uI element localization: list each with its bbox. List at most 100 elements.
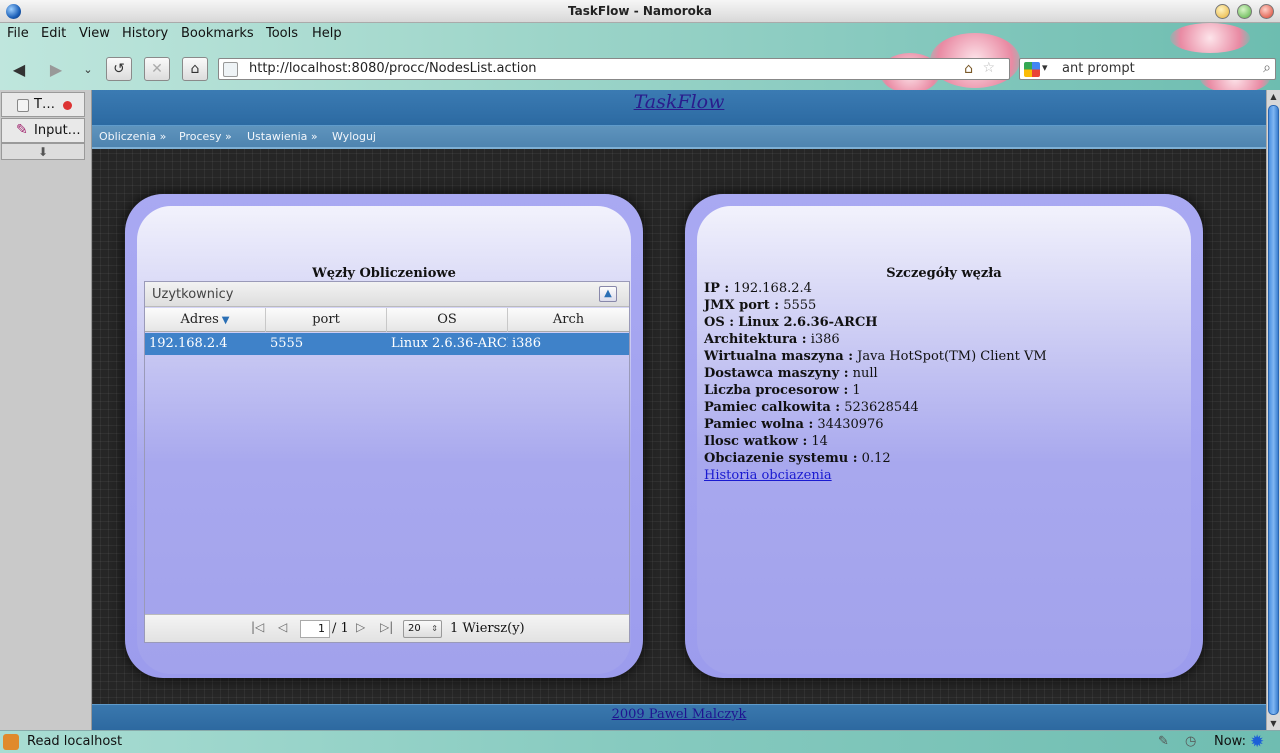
sort-desc-icon: ▼ [221, 315, 230, 326]
node-details: IP : 192.168.2.4 JMX port : 5555 OS : Linu… [704, 281, 1174, 485]
detail-label: IP : [704, 281, 730, 296]
nav-obliczenia[interactable]: Obliczenia » [99, 130, 166, 143]
gear-icon[interactable]: ✹ [1250, 732, 1264, 752]
maximize-button[interactable] [1237, 4, 1252, 19]
search-bar[interactable]: ▾ ant prompt ⌕ [1019, 58, 1276, 80]
nodes-panel-title: Węzły Obliczeniowe [312, 266, 456, 281]
details-panel-inner: Szczegóły węzła IP : 192.168.2.4 JMX port… [697, 206, 1191, 674]
details-panel: Szczegóły węzła IP : 192.168.2.4 JMX port… [685, 194, 1203, 678]
column-os[interactable]: OS [387, 308, 508, 332]
nodes-grid: Uzytkownicy ▲ Adres ▼ port OS Arch 192.16… [144, 281, 630, 643]
page-number-input[interactable]: 1 [300, 620, 330, 638]
reload-button[interactable]: ↺ [106, 57, 132, 81]
status-text: Read localhost [27, 734, 123, 749]
detail-value: 0.12 [861, 451, 891, 466]
blossom-decoration [1170, 23, 1250, 53]
column-arch[interactable]: Arch [508, 308, 629, 332]
nav-procesy[interactable]: Procesy » [179, 130, 232, 143]
magnifier-icon[interactable]: ⌕ [1263, 60, 1271, 76]
menu-help[interactable]: Help [312, 26, 342, 41]
history-dropdown-icon[interactable]: ⌄ [76, 57, 100, 81]
detail-line: Ilosc watkow : 14 [704, 434, 1174, 451]
detail-label: Dostawca maszyny : [704, 366, 849, 381]
detail-line: Obciazenie systemu : 0.12 [704, 451, 1174, 468]
url-bar[interactable]: http://localhost:8080/procc/NodesList.ac… [218, 58, 1010, 80]
first-page-icon[interactable]: |◁ [251, 620, 264, 634]
addon-icon[interactable]: ✎ [1158, 734, 1169, 749]
menu-history[interactable]: History [122, 26, 168, 41]
footer-link[interactable]: 2009 Pawel Malczyk [612, 707, 747, 722]
url-text[interactable]: http://localhost:8080/procc/NodesList.ac… [249, 61, 537, 76]
menu-bookmarks[interactable]: Bookmarks [181, 26, 254, 41]
side-tab-label: T… [34, 97, 55, 112]
page-total: / 1 [332, 621, 349, 636]
column-port[interactable]: port [266, 308, 387, 332]
home-button[interactable]: ⌂ [182, 57, 208, 81]
collapse-grid-icon[interactable]: ▲ [599, 286, 617, 302]
details-panel-title: Szczegóły węzła [886, 266, 1002, 281]
nav-ustawienia[interactable]: Ustawienia » [247, 130, 318, 143]
detail-value: Linux 2.6.36-ARCH [738, 315, 878, 330]
site-title-link[interactable]: TaskFlow [92, 91, 1266, 113]
window-title: TaskFlow - Namoroka [568, 4, 712, 18]
detail-value: 34430976 [817, 417, 884, 432]
status-bar: Read localhost ✎ ◷ Now: ✹ [0, 730, 1280, 753]
cell-os: Linux 2.6.36-ARCH [391, 336, 508, 351]
window-titlebar: TaskFlow - Namoroka [0, 0, 1280, 23]
site-footer: 2009 Pawel Malczyk [92, 704, 1266, 730]
detail-label: Ilosc watkow : [704, 434, 808, 449]
close-window-button[interactable] [1259, 4, 1274, 19]
web-page: TaskFlow Obliczenia » Procesy » Ustawien… [92, 90, 1266, 730]
nav-wyloguj[interactable]: Wyloguj [332, 130, 376, 143]
page-size-select[interactable]: 20 ⇕ [403, 620, 442, 638]
spinner-icon: ⇕ [431, 624, 438, 633]
menu-edit[interactable]: Edit [41, 26, 66, 41]
stop-button[interactable]: ✕ [144, 57, 170, 81]
detail-line: JMX port : 5555 [704, 298, 1174, 315]
menu-tools[interactable]: Tools [266, 26, 298, 41]
engine-dropdown-icon[interactable]: ▾ [1042, 61, 1048, 74]
detail-value: 1 [852, 383, 861, 398]
status-app-icon[interactable] [3, 734, 19, 750]
detail-value: 192.168.2.4 [733, 281, 812, 296]
detail-line: Architektura : i386 [704, 332, 1174, 349]
search-engine-icon[interactable] [1024, 62, 1040, 77]
forward-arrow-icon[interactable]: ▶ [44, 57, 68, 81]
minimize-button[interactable] [1215, 4, 1230, 19]
detail-line: Pamiec calkowita : 523628544 [704, 400, 1174, 417]
grid-caption-bar: Uzytkownicy ▲ [145, 282, 629, 307]
detail-line: Pamiec wolna : 34430976 [704, 417, 1174, 434]
detail-line: Liczba procesorow : 1 [704, 383, 1174, 400]
side-panel: T… ✎ Input… ⬇ [0, 90, 92, 730]
next-page-icon[interactable]: ▷ [356, 620, 365, 634]
site-identity-icon[interactable] [223, 62, 238, 77]
side-tab-taskflow[interactable]: T… [1, 92, 85, 117]
menu-file[interactable]: File [7, 26, 29, 41]
search-input[interactable]: ant prompt [1062, 61, 1135, 76]
column-adres[interactable]: Adres ▼ [145, 308, 266, 332]
scroll-down-icon[interactable]: ▼ [1267, 717, 1280, 730]
last-page-icon[interactable]: ▷| [380, 620, 393, 634]
side-panel-scroll[interactable]: ⬇ [1, 143, 85, 160]
nodes-panel: Węzły Obliczeniowe Uzytkownicy ▲ Adres ▼ … [125, 194, 643, 678]
scroll-thumb[interactable] [1268, 105, 1279, 715]
bookmark-star-icon[interactable]: ☆ [982, 60, 995, 76]
menu-view[interactable]: View [79, 26, 110, 41]
history-link[interactable]: Historia obciazenia [704, 468, 832, 483]
site-header: TaskFlow [92, 90, 1266, 126]
scroll-up-icon[interactable]: ▲ [1267, 90, 1280, 103]
stop-icon: ✕ [151, 61, 163, 77]
detail-line: Historia obciazenia [704, 468, 1174, 485]
detail-line: Dostawca maszyny : null [704, 366, 1174, 383]
feather-icon: ✎ [16, 122, 28, 138]
reload-icon: ↺ [113, 61, 125, 77]
side-tab-input[interactable]: ✎ Input… [1, 118, 85, 143]
download-icon: ⬇ [38, 145, 49, 159]
bookmark-home-icon[interactable]: ⌂ [964, 61, 973, 77]
page-scrollbar[interactable]: ▲ ▼ [1266, 90, 1280, 730]
clock-icon[interactable]: ◷ [1185, 734, 1196, 749]
prev-page-icon[interactable]: ◁ [278, 620, 287, 634]
back-arrow-icon[interactable]: ◀ [7, 57, 31, 81]
table-row[interactable]: 192.168.2.4 5555 Linux 2.6.36-ARCH i386 [145, 333, 629, 355]
close-tab-icon[interactable] [63, 101, 72, 110]
